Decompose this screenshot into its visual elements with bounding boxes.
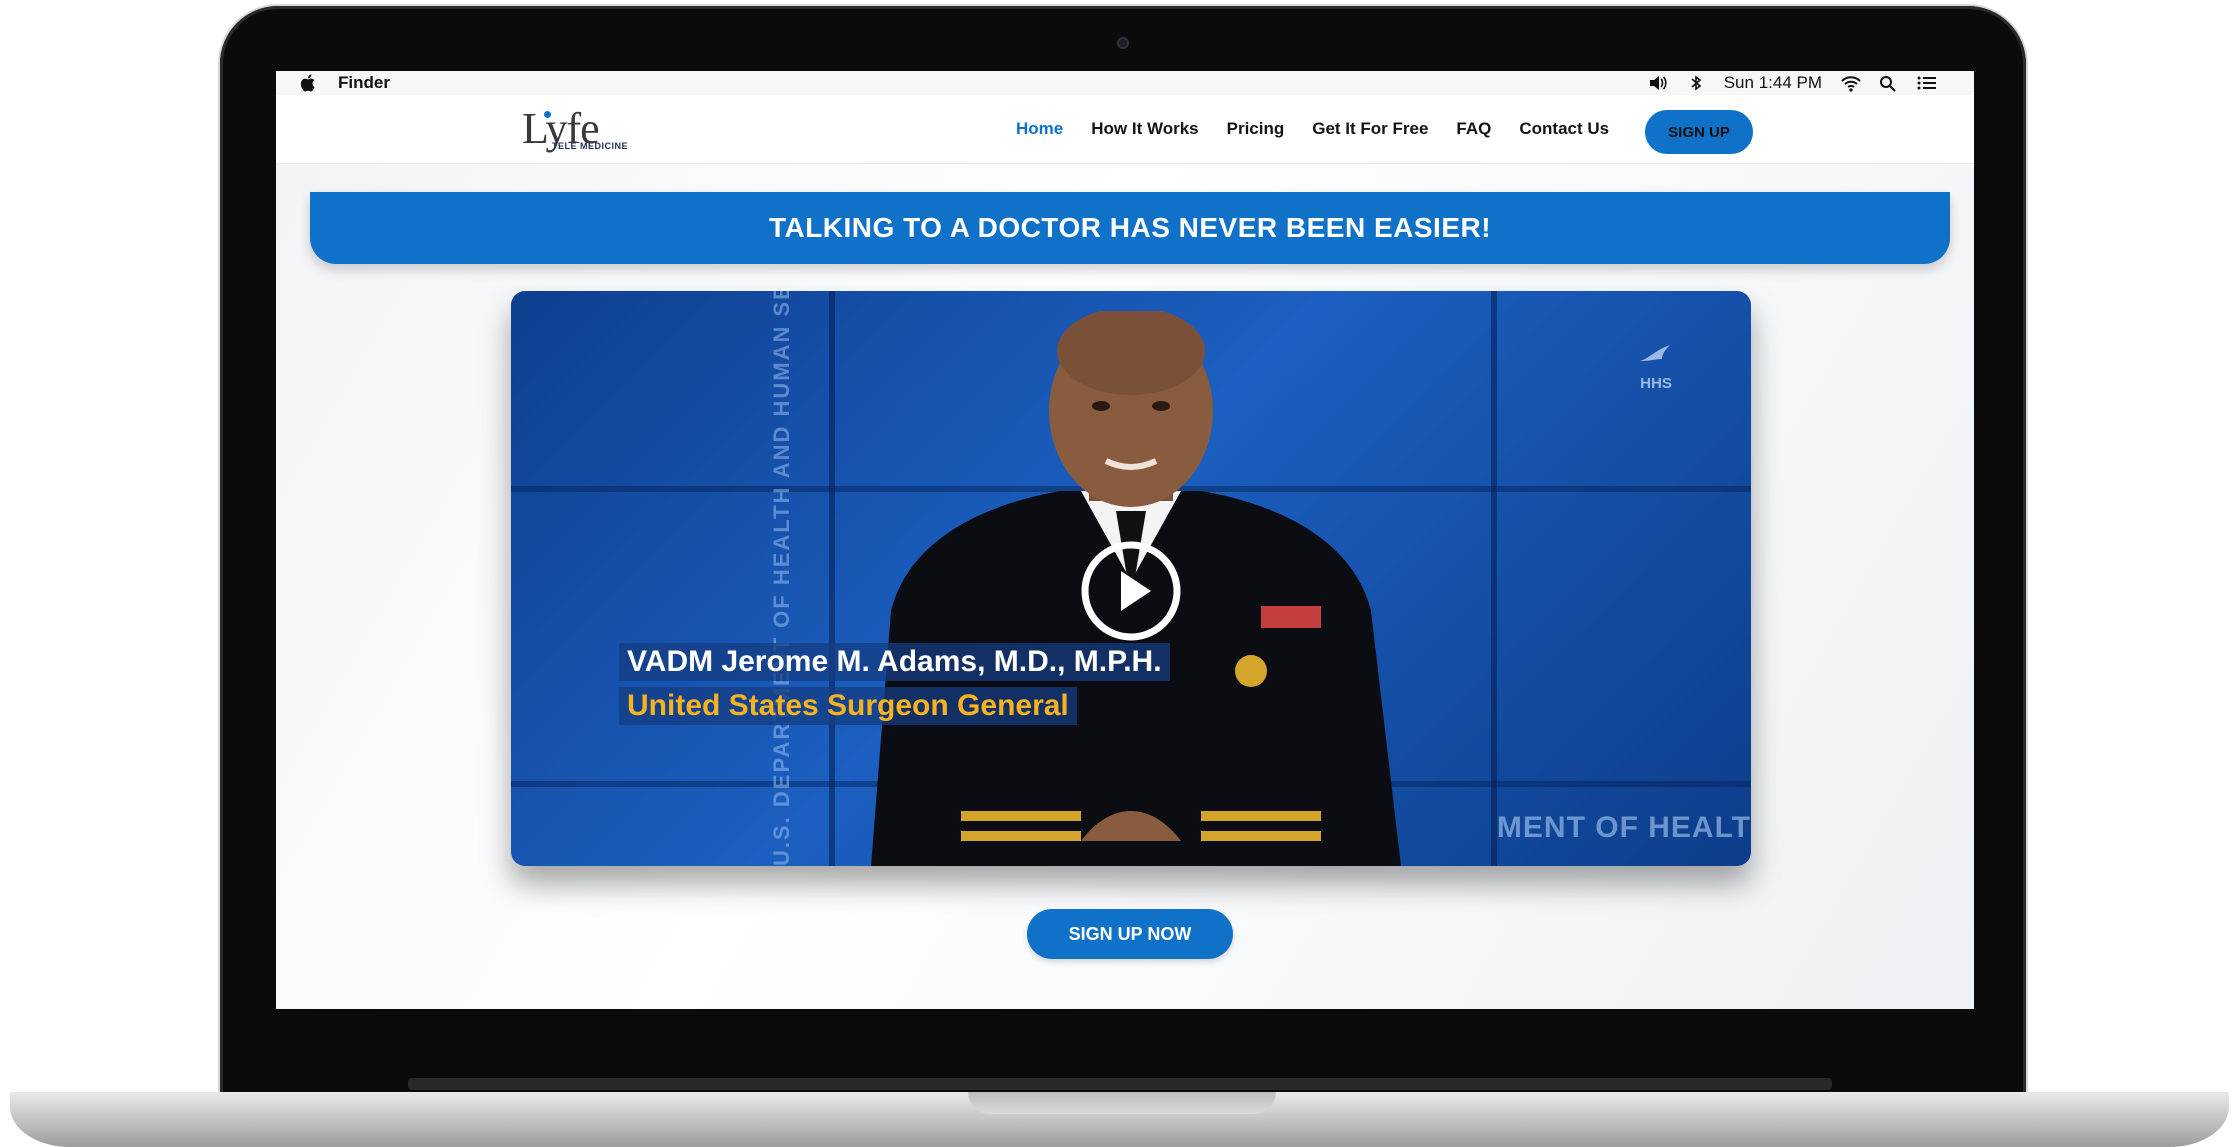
apple-icon[interactable] [300, 73, 318, 93]
site-navbar: Lyfe TELE MEDICINE Home How It Works Pri… [276, 95, 1974, 164]
nav-home[interactable]: Home [1016, 119, 1063, 139]
menu-list-icon[interactable] [1916, 74, 1936, 92]
video-caption-name: VADM Jerome M. Adams, M.D., M.P.H. [619, 643, 1170, 681]
webcam [1117, 37, 1129, 49]
video-grid-line [1491, 291, 1497, 866]
play-icon[interactable] [1079, 539, 1183, 643]
active-app-name[interactable]: Finder [338, 73, 390, 93]
logo-tagline: TELE MEDICINE [552, 141, 629, 151]
nav-links: Home How It Works Pricing Get It For Fre… [1016, 95, 1637, 163]
nav-how-it-works[interactable]: How It Works [1091, 119, 1198, 139]
nav-get-it-for-free[interactable]: Get It For Free [1312, 119, 1428, 139]
site-logo[interactable]: Lyfe TELE MEDICINE [522, 104, 646, 155]
hero-banner: TALKING TO A DOCTOR HAS NEVER BEEN EASIE… [310, 192, 1950, 264]
hhs-eagle-icon [1640, 345, 1670, 361]
nav-faq[interactable]: FAQ [1456, 119, 1491, 139]
hhs-logo: HHS [1636, 341, 1676, 392]
video-side-watermark: U.S. DEPARTMENT OF HEALTH AND HUMAN SERV… [769, 291, 794, 866]
logo-dot-icon [544, 111, 551, 118]
signup-button[interactable]: SIGN UP [1645, 110, 1753, 154]
macos-menubar: Finder Sun 1:44 PM [276, 71, 1974, 96]
video-player[interactable]: U.S. DEPARTMENT OF HEALTH AND HUMAN SERV… [511, 291, 1751, 866]
bluetooth-icon[interactable] [1686, 74, 1706, 92]
signup-now-button[interactable]: SIGN UP NOW [1027, 909, 1233, 959]
laptop-hinge [408, 1078, 1832, 1090]
nav-pricing[interactable]: Pricing [1227, 119, 1285, 139]
wifi-icon[interactable] [1840, 74, 1861, 92]
volume-icon[interactable] [1648, 74, 1668, 92]
video-caption-title: United States Surgeon General [619, 687, 1077, 725]
menubar-status: Sun 1:44 PM [1648, 73, 1936, 93]
banner-headline: TALKING TO A DOCTOR HAS NEVER BEEN EASIE… [768, 212, 1492, 243]
laptop-notch [968, 1092, 1276, 1114]
laptop-screen: Finder Sun 1:44 PM Lyfe TELE MEDICINE Ho… [276, 71, 1974, 1009]
hhs-logo-text: HHS [1640, 375, 1672, 392]
clock[interactable]: Sun 1:44 PM [1724, 73, 1822, 93]
nav-contact-us[interactable]: Contact Us [1519, 119, 1609, 139]
search-icon[interactable] [1878, 74, 1898, 92]
video-bottom-watermark: MENT OF HEALT [1496, 811, 1751, 844]
